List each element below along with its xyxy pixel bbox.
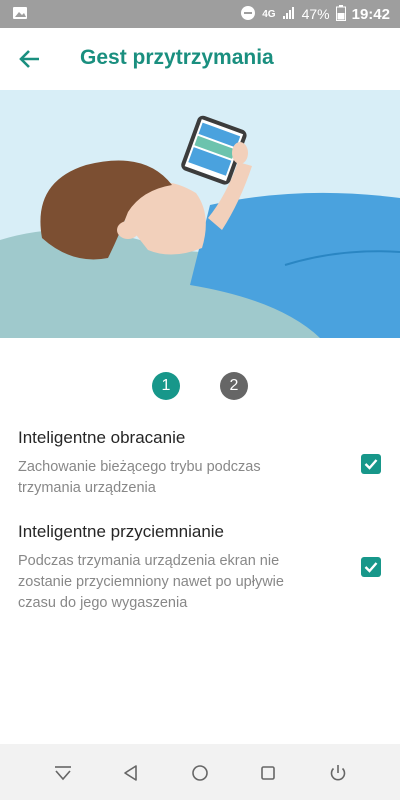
setting-description: Podczas trzymania urządzenia ekran nie z… (18, 551, 318, 614)
nav-back-button[interactable] (120, 762, 142, 784)
app-bar: Gest przytrzymania (0, 28, 400, 88)
hide-nav-icon (55, 766, 71, 781)
page-title: Gest przytrzymania (80, 46, 274, 69)
setting-title: Inteligentne obracanie (18, 428, 186, 447)
checkmark-icon (364, 562, 378, 573)
nav-power-button[interactable] (327, 762, 349, 784)
navigation-bar (0, 744, 400, 800)
signal-icon (282, 6, 296, 23)
setting-description: Zachowanie bieżącego trybu podczas trzym… (18, 457, 318, 499)
setting-description-line: Podczas trzymania urządzenia ekran nie (18, 553, 280, 569)
setting-description-line: zostanie przyciemniony nawet po upływie (18, 574, 284, 590)
arrow-back-icon (19, 50, 39, 68)
status-icons: 4G 47% 19:42 (240, 0, 390, 28)
battery-icon (335, 4, 346, 24)
hide-nav-button[interactable] (52, 762, 74, 784)
step-indicator: 1 2 (0, 372, 400, 402)
nav-home-button[interactable] (189, 762, 211, 784)
step-2[interactable]: 2 (220, 372, 248, 400)
network-type: 4G (262, 8, 276, 20)
setting-description-line: czasu do jego wygaszenia (18, 595, 188, 611)
do-not-disturb-icon (240, 5, 256, 24)
setting-description-line: Zachowanie bieżącego trybu podczas (18, 459, 261, 475)
power-icon (330, 765, 346, 781)
back-icon (124, 765, 137, 781)
setting-description-line: trzymania urządzenia (18, 480, 156, 496)
setting-title: Inteligentne przyciemnianie (18, 522, 225, 541)
step-1[interactable]: 1 (152, 372, 180, 400)
recents-icon (261, 766, 275, 780)
hold-gesture-illustration (0, 90, 400, 338)
clock: 19:42 (351, 5, 390, 23)
battery-percent: 47% (301, 6, 330, 22)
nav-recents-button[interactable] (257, 762, 279, 784)
status-bar: 4G 47% 19:42 (0, 0, 400, 28)
image-icon (12, 5, 28, 24)
home-icon (192, 765, 208, 781)
checkmark-icon (364, 459, 378, 470)
smart-rotate-checkbox[interactable] (361, 454, 381, 474)
back-button[interactable] (16, 45, 44, 73)
smart-dim-checkbox[interactable] (361, 557, 381, 577)
